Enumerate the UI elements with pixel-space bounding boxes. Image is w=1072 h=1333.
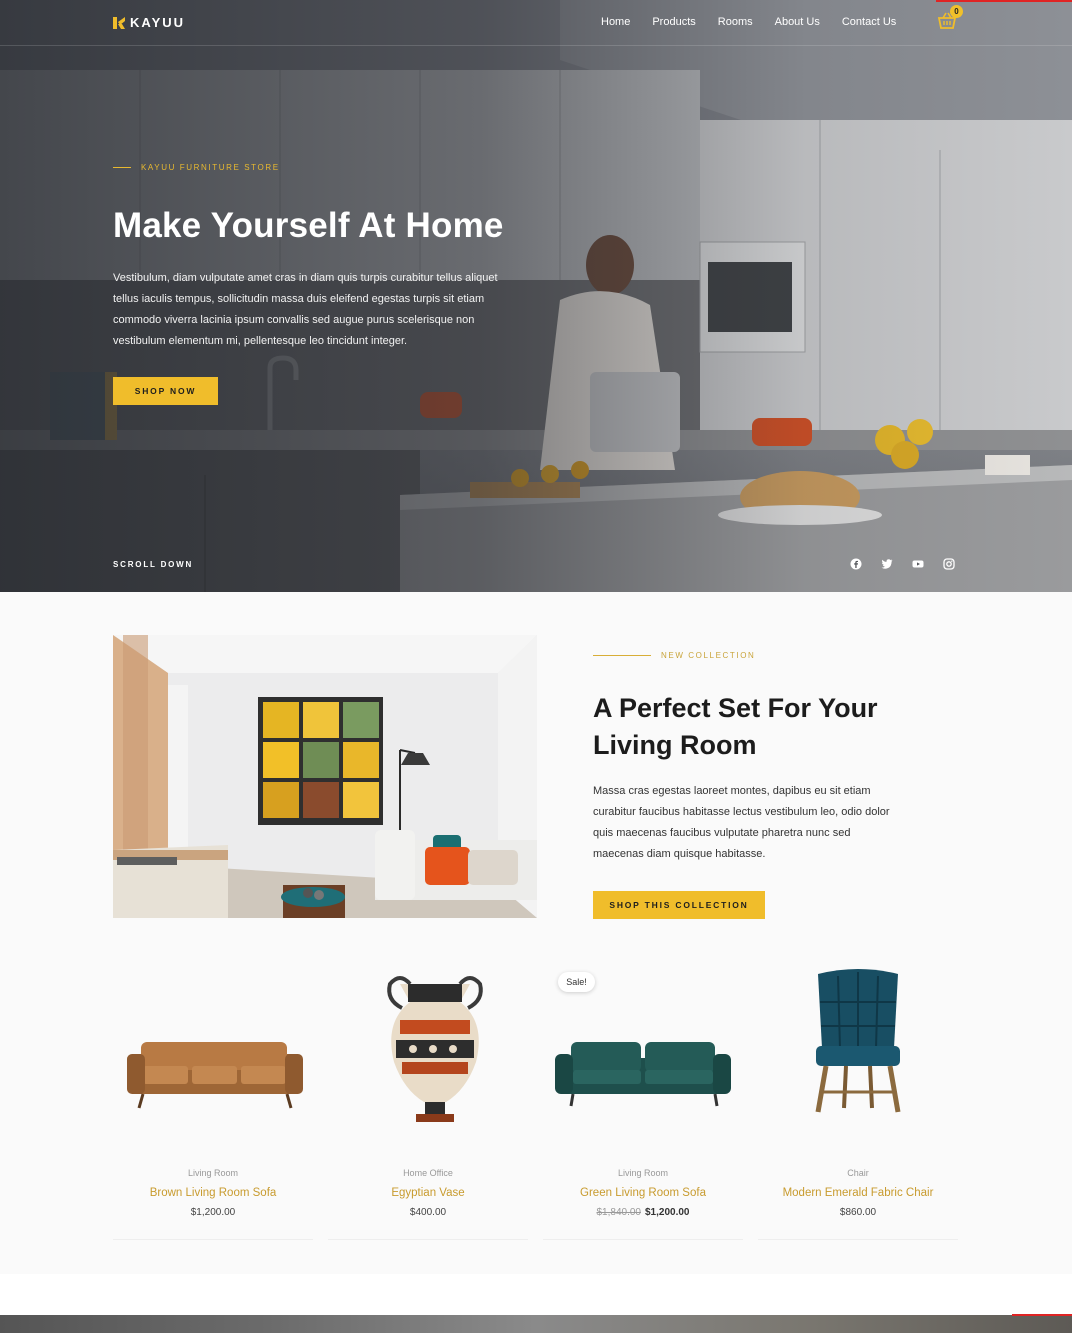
collection-title: A Perfect Set For Your Living Room	[593, 693, 878, 760]
hero-description: Vestibulum, diam vulputate amet cras in …	[113, 272, 498, 347]
product-name[interactable]: Modern Emerald Fabric Chair	[758, 1187, 958, 1199]
hero-title: Make Yourself At Home	[113, 206, 504, 245]
product-image-egyptian-vase[interactable]	[328, 962, 528, 1142]
corner-accent-bar	[936, 0, 1072, 2]
next-section-preview	[0, 1274, 1072, 1333]
product-card[interactable]: Chair Modern Emerald Fabric Chair $860.0…	[758, 962, 958, 1240]
sale-price: $1,200.00	[645, 1207, 690, 1218]
brand-logo[interactable]: KAYUU	[113, 15, 185, 30]
product-grid: Living Room Brown Living Room Sofa $1,20…	[113, 962, 958, 1240]
collection-section: NEW COLLECTION A Perfect Set For Your Li…	[0, 592, 1072, 1274]
product-card[interactable]: Home Office Egyptian Vase $400.00	[328, 962, 528, 1240]
shop-now-button[interactable]: SHOP NOW	[113, 377, 218, 405]
nav-about-us[interactable]: About Us	[775, 16, 820, 28]
scroll-down-link[interactable]: SCROLL DOWN	[113, 560, 193, 569]
product-name[interactable]: Green Living Room Sofa	[543, 1187, 743, 1199]
product-price: $1,200.00	[113, 1207, 313, 1218]
price-value: $860.00	[839, 1207, 877, 1218]
collection-eyebrow-text: NEW COLLECTION	[661, 651, 756, 660]
product-price: $400.00	[328, 1207, 528, 1218]
price-value: $1,200.00	[190, 1207, 236, 1218]
collection-eyebrow: NEW COLLECTION	[593, 651, 755, 660]
hero-section: KAYUU Home Products Rooms About Us Conta…	[0, 0, 1072, 592]
product-image-emerald-chair[interactable]	[758, 962, 958, 1142]
top-navigation: KAYUU Home Products Rooms About Us Conta…	[0, 0, 1072, 46]
social-links	[850, 558, 955, 570]
main-menu: Home Products Rooms About Us Contact Us	[601, 16, 896, 28]
product-name[interactable]: Brown Living Room Sofa	[113, 1187, 313, 1199]
nav-products[interactable]: Products	[652, 16, 695, 28]
product-name[interactable]: Egyptian Vase	[328, 1187, 528, 1199]
product-category: Living Room	[187, 1168, 239, 1178]
facebook-icon[interactable]	[850, 558, 862, 570]
kayuu-logo-icon	[113, 16, 125, 29]
eyebrow-line	[593, 655, 651, 656]
original-price: $1,840.00	[596, 1207, 642, 1218]
nav-contact-us[interactable]: Contact Us	[842, 16, 896, 28]
next-section-image	[0, 1315, 1072, 1333]
product-price: $1,840.00 $1,200.00	[543, 1207, 743, 1218]
living-room-image	[113, 635, 537, 918]
product-image-brown-sofa[interactable]	[113, 962, 313, 1142]
cart-count-badge: 0	[950, 5, 963, 18]
price-value: $400.00	[409, 1207, 447, 1218]
collection-description: Massa cras egestas laoreet montes, dapib…	[593, 785, 890, 860]
product-category: Home Office	[403, 1168, 453, 1178]
eyebrow-line	[113, 167, 131, 168]
hero-eyebrow-text: KAYUU FURNITURE STORE	[141, 163, 280, 172]
product-category: Chair	[847, 1168, 869, 1178]
product-category: Living Room	[617, 1168, 669, 1178]
brand-name: KAYUU	[130, 15, 186, 30]
youtube-icon[interactable]	[912, 558, 924, 570]
product-card[interactable]: Living Room Green Living Room Sofa $1,84…	[543, 962, 743, 1240]
instagram-icon[interactable]	[943, 558, 955, 570]
shop-collection-button[interactable]: SHOP THIS COLLECTION	[593, 891, 765, 919]
nav-rooms[interactable]: Rooms	[718, 16, 753, 28]
corner-accent-bar	[1012, 1314, 1072, 1316]
product-price: $860.00	[758, 1207, 958, 1218]
hero-eyebrow: KAYUU FURNITURE STORE	[113, 163, 280, 172]
product-card[interactable]: Living Room Brown Living Room Sofa $1,20…	[113, 962, 313, 1240]
twitter-icon[interactable]	[881, 558, 893, 570]
nav-home[interactable]: Home	[601, 16, 630, 28]
sale-badge: Sale!	[558, 972, 595, 992]
